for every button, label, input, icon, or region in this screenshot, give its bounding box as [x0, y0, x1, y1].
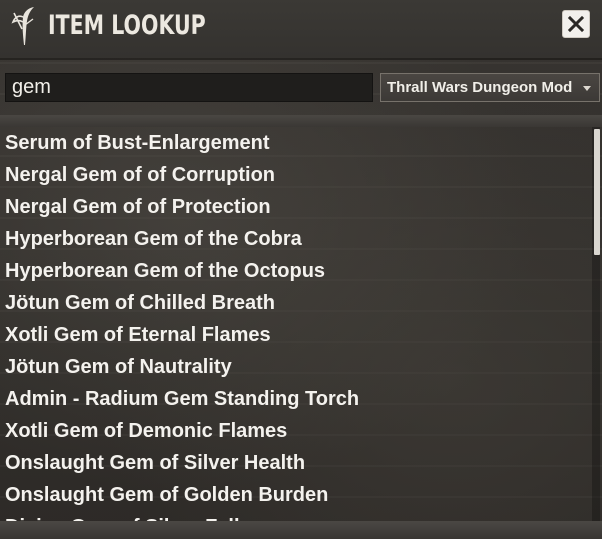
- result-item[interactable]: Hyperborean Gem of the Cobra: [5, 223, 302, 255]
- close-button[interactable]: [562, 10, 590, 38]
- result-item[interactable]: Hyperborean Gem of the Octopus: [5, 255, 325, 287]
- result-list: Serum of Bust-Enlargement Nergal Gem of …: [0, 127, 592, 521]
- result-item[interactable]: Jötun Gem of Nautrality: [5, 351, 232, 383]
- result-item[interactable]: Divine Gem of Silver Falls: [5, 511, 251, 521]
- search-input[interactable]: [5, 73, 373, 102]
- result-item[interactable]: Nergal Gem of of Corruption: [5, 159, 275, 191]
- result-item[interactable]: Jötun Gem of Chilled Breath: [5, 287, 275, 319]
- chevron-down-icon: [583, 86, 591, 91]
- result-item[interactable]: Onslaught Gem of Golden Burden: [5, 479, 328, 511]
- header-divider: [0, 58, 602, 60]
- mod-filter-select[interactable]: Thrall Wars Dungeon Mod: [380, 73, 600, 102]
- close-icon: [567, 15, 585, 33]
- result-item[interactable]: Admin - Radium Gem Standing Torch: [5, 383, 359, 415]
- result-item[interactable]: Xotli Gem of Demonic Flames: [5, 415, 287, 447]
- scrollbar-thumb[interactable]: [594, 129, 600, 255]
- bottom-border: [0, 521, 602, 539]
- result-item[interactable]: Nergal Gem of of Protection: [5, 191, 271, 223]
- result-item[interactable]: Xotli Gem of Eternal Flames: [5, 319, 271, 351]
- list-top-border: [0, 115, 602, 127]
- feather-sword-icon: [10, 5, 38, 47]
- result-item[interactable]: Serum of Bust-Enlargement: [5, 127, 269, 159]
- result-item[interactable]: Onslaught Gem of Silver Health: [5, 447, 305, 479]
- window-title: ITEM LOOKUP: [48, 10, 206, 41]
- item-lookup-window: ITEM LOOKUP Thrall Wars Dungeon Mod Seru…: [0, 0, 602, 539]
- title-bar: ITEM LOOKUP: [0, 0, 602, 58]
- mod-filter-selected-label: Thrall Wars Dungeon Mod: [387, 79, 573, 96]
